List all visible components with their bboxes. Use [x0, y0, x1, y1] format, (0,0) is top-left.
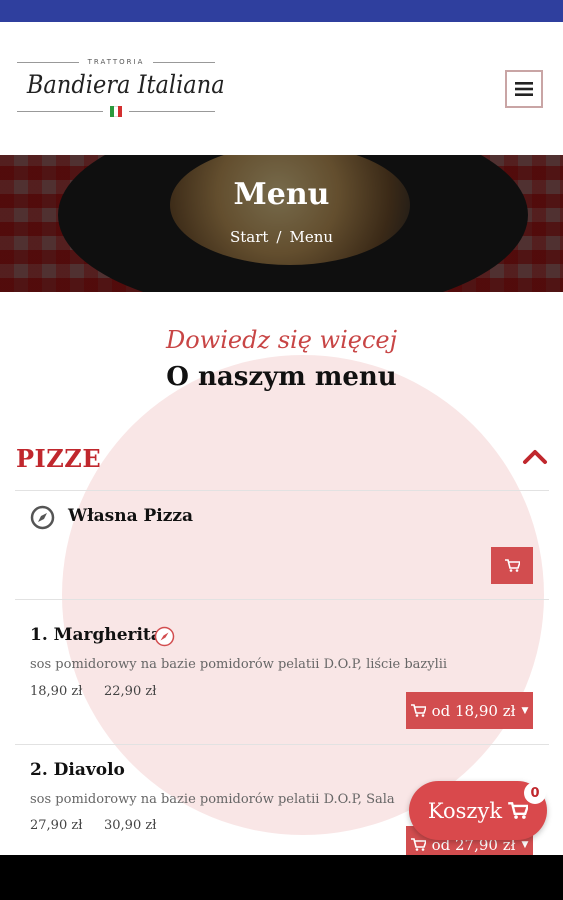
divider [15, 490, 549, 491]
breadcrumb-current: Menu [289, 228, 334, 246]
divider [15, 744, 549, 745]
status-bar [0, 0, 563, 22]
menu-item-name[interactable]: Własna Pizza [68, 506, 193, 526]
menu-item-name[interactable]: 1. Margherita [30, 625, 162, 645]
logo[interactable]: TRATTORIA Bandiera Italiana [17, 58, 225, 138]
italian-flag-icon [110, 106, 122, 117]
logo-line-bottom-left [17, 111, 103, 112]
hamburger-menu-button[interactable] [505, 70, 543, 108]
cart-icon [410, 838, 426, 851]
menu-item-name[interactable]: 2. Diavolo [30, 760, 125, 780]
logo-brand-name: Bandiera Italiana [26, 70, 225, 99]
menu-item-description: sos pomidorowy na bazie pomidorów pelati… [30, 657, 448, 672]
caret-down-icon: ▼ [521, 839, 529, 850]
menu-item-price: 18,90 zł [30, 684, 83, 699]
category-header-pizze[interactable]: PIZZE [16, 440, 548, 480]
menu-item-description: sos pomidorowy na bazie pomidorów pelati… [30, 792, 395, 807]
logo-line-bottom-right [129, 111, 215, 112]
hero-overlay [0, 155, 563, 292]
page-title: Menu [233, 177, 330, 212]
cart-count-badge: 0 [524, 782, 546, 804]
cart-icon [504, 559, 520, 572]
site-header: TRATTORIA Bandiera Italiana [0, 22, 563, 155]
chevron-up-icon[interactable] [522, 446, 548, 466]
logo-line-right [153, 62, 215, 63]
breadcrumb-home-link[interactable]: Start [230, 228, 268, 246]
order-button-label: od 18,90 zł [431, 701, 516, 720]
cart-icon [508, 802, 529, 819]
menu-item-price: 22,90 zł [104, 684, 157, 699]
category-name: PIZZE [16, 444, 102, 473]
hero-banner: Menu Start / Menu [0, 155, 563, 292]
caret-down-icon: ▼ [521, 705, 529, 716]
cart-label: Koszyk [427, 798, 503, 823]
section-title: O naszym menu [166, 362, 397, 392]
add-to-cart-button[interactable] [491, 547, 533, 584]
compass-badge-icon [154, 626, 175, 647]
hamburger-icon [515, 82, 533, 96]
breadcrumb: Start / Menu [0, 228, 563, 246]
compass-icon [30, 505, 55, 530]
cart-icon [410, 704, 426, 717]
order-button[interactable]: od 18,90 zł ▼ [406, 692, 533, 729]
breadcrumb-separator: / [276, 228, 282, 246]
menu-item-price: 27,90 zł [30, 818, 83, 833]
divider [15, 599, 549, 600]
decorative-background-circle [62, 355, 544, 835]
system-navigation-bar [0, 855, 563, 900]
menu-item-price: 30,90 zł [104, 818, 157, 833]
section-subtitle: Dowiedz się więcej [165, 326, 398, 354]
